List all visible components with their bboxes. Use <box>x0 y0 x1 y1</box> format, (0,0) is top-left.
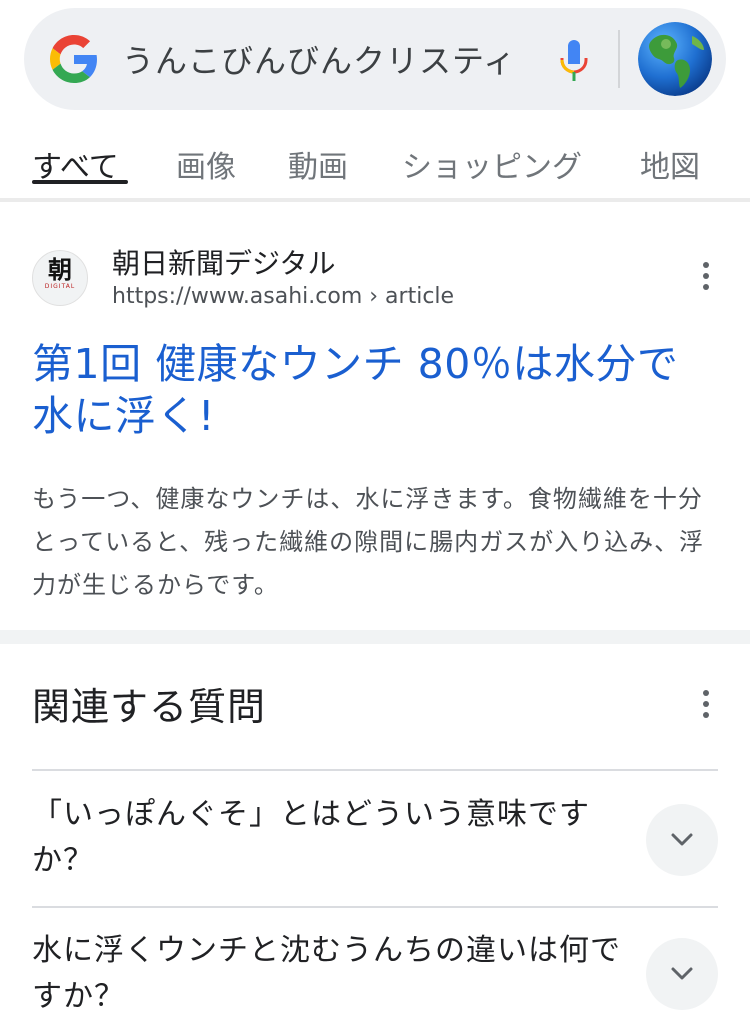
search-bar-divider <box>618 30 620 88</box>
active-tab-indicator <box>32 180 128 184</box>
expand-question-button[interactable] <box>646 938 718 1010</box>
result-snippet: もう一つ、健康なウンチは、水に浮きます。食物繊維を十分とっていると、残った繊維の… <box>32 485 705 599</box>
related-question-item[interactable]: 水に浮くウンチと沈むうんちの違いは何ですか？ <box>32 928 632 1020</box>
search-result: 朝 DIGITAL 朝日新聞デジタル https://www.asahi.com… <box>0 202 750 630</box>
site-name[interactable]: 朝日新聞デジタル <box>112 242 335 282</box>
search-input[interactable] <box>122 36 542 82</box>
favicon-glyph: 朝 <box>48 255 72 284</box>
result-title-link[interactable]: 第1回 健康なウンチ 80％は水分で水に浮く! <box>32 338 712 442</box>
site-url[interactable]: https://www.asahi.com › article <box>112 284 454 309</box>
globe-avatar-icon[interactable] <box>638 22 712 96</box>
chevron-down-icon <box>671 967 693 980</box>
search-tabs: すべて 画像 動画 ショッピング 地図 <box>0 138 750 200</box>
expand-question-button[interactable] <box>646 804 718 876</box>
site-favicon-icon: 朝 DIGITAL <box>32 250 88 306</box>
google-g-icon <box>50 35 97 83</box>
related-questions-title: 関連する質問 <box>32 685 267 729</box>
result-more-options-icon[interactable] <box>686 256 726 296</box>
tab-shopping[interactable]: ショッピング <box>402 142 582 186</box>
tab-maps[interactable]: 地図 <box>640 142 700 186</box>
chevron-down-icon <box>671 833 693 846</box>
favicon-subtext: DIGITAL <box>44 283 76 290</box>
search-bar[interactable] <box>24 8 726 110</box>
section-separator <box>0 630 750 644</box>
tab-images[interactable]: 画像 <box>176 142 236 186</box>
related-question-item[interactable]: 「いっぽんぐそ」とはどういう意味ですか？ <box>32 792 632 884</box>
question-divider <box>32 769 718 771</box>
microphone-icon[interactable] <box>558 38 590 84</box>
tab-videos[interactable]: 動画 <box>288 142 348 186</box>
related-more-options-icon[interactable] <box>686 684 726 724</box>
question-divider <box>32 906 718 908</box>
